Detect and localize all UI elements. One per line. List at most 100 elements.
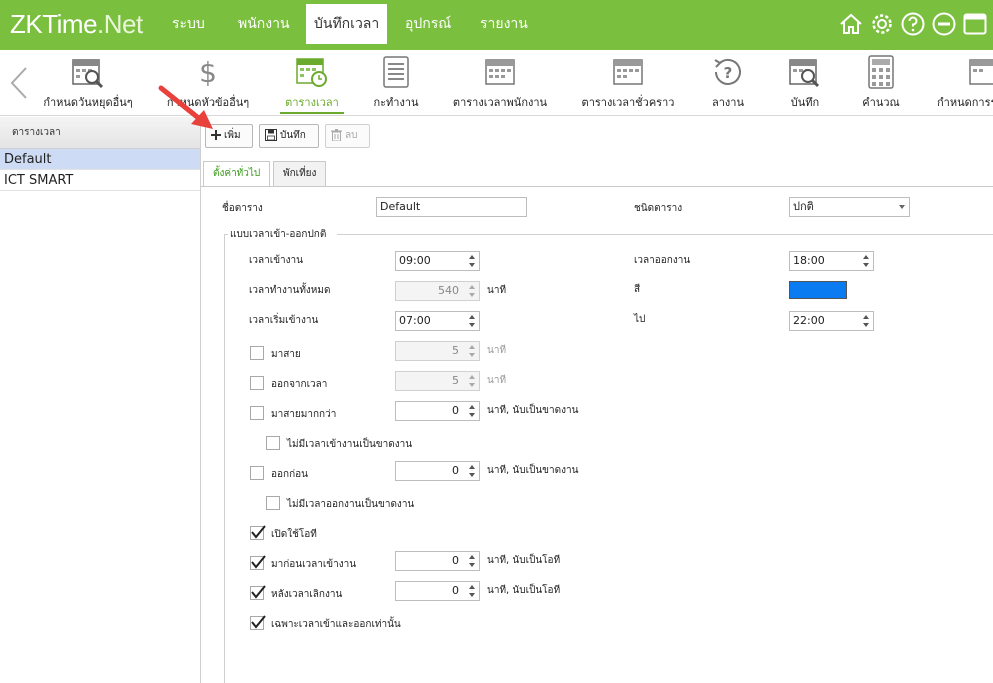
menu-device[interactable]: อุปกรณ์ [397,4,459,44]
sidebar-item-default[interactable]: Default [0,149,200,170]
late-label: มาสาย [271,349,301,360]
spin-buttons[interactable] [465,462,479,480]
chevron-left-icon[interactable] [8,66,30,100]
spin-buttons[interactable] [465,582,479,600]
tool-timetable[interactable]: ตารางเวลา [280,52,344,114]
menu-attendance[interactable]: บันทึกเวลา [306,4,388,44]
toolbar: กำหนดวันหยุดอื่นๆ $ กำหนดหัวข้ออื่นๆ ตาร… [0,50,993,116]
tool-employee-schedule[interactable]: ตารางเวลาพนักงาน [448,52,552,114]
spin-buttons[interactable] [859,312,873,330]
menu-system[interactable]: ระบบ [164,4,213,44]
spin-buttons[interactable] [465,342,479,360]
spin-buttons[interactable] [465,372,479,390]
question-refresh-icon: ? [714,58,741,85]
total-work-label: เวลาทำงานทั้งหมด [249,285,331,296]
svg-text:?: ? [724,64,733,82]
app-logo: ZKTime.Net [10,9,143,39]
before-checkin-label: มาก่อนเวลาเข้างาน [271,559,357,570]
top-bar: ZKTime.Net ระบบ พนักงาน บันทึกเวลา อุปกร… [0,0,993,50]
name-label: ชื่อตาราง [222,203,263,214]
enable-ot-label: เปิดใช้โอที [271,529,317,540]
spin-buttons[interactable] [859,252,873,270]
spin-buttons[interactable] [465,312,479,330]
only-in-out-checkbox[interactable] [250,615,266,630]
calendar-icon [969,59,993,85]
calendar-icon [613,59,643,85]
tool-schedule-setup[interactable]: กำหนดการร [932,52,993,114]
menu-report[interactable]: รายงาน [472,4,536,44]
late-checkbox[interactable] [250,346,264,360]
no-checkin-absent-label: ไม่มีเวลาเข้างานเป็นขาดงาน [287,439,413,450]
before-checkin-checkbox[interactable] [250,555,266,570]
tool-temp-schedule[interactable]: ตารางเวลาชั่วคราว [578,52,678,114]
before-checkin-minutes-field[interactable]: 0 [395,551,480,571]
check-icon [251,555,266,569]
spin-buttons[interactable] [465,252,479,270]
minimize-icon[interactable] [931,11,957,37]
start-checkin-field[interactable]: 07:00 [395,311,480,331]
tab-general[interactable]: ตั้งค่าทั่วไป [203,161,271,187]
minute-label: นาที [487,345,507,356]
calculator-icon [868,55,894,89]
count-ot-label: นาที, นับเป็นโอที [487,555,561,566]
help-icon[interactable] [900,11,926,37]
save-button[interactable]: บันทึก [259,124,319,148]
early-leave-checkbox[interactable] [250,376,264,390]
check-icon [251,585,266,599]
after-checkout-checkbox[interactable] [250,585,266,600]
late-more-checkbox[interactable] [250,406,264,420]
calendar-search-icon [789,59,820,88]
calendar-icon [485,59,515,85]
color-label: สี [634,284,641,295]
leave-early-checkbox[interactable] [250,466,264,480]
late-more-label: มาสายมากกว่า [271,409,337,420]
checkout-time-field[interactable]: 18:00 [789,251,874,271]
count-ot-label: นาที, นับเป็นโอที [487,585,561,596]
checkin-label: เวลาเข้างาน [249,255,303,266]
spin-buttons[interactable] [465,552,479,570]
late-minutes-field[interactable]: 5 [395,341,480,361]
checkin-time-field[interactable]: 09:00 [395,251,480,271]
late-more-minutes-field[interactable]: 0 [395,401,480,421]
tool-calculate[interactable]: คำนวณ [856,52,906,114]
group-border [337,234,993,235]
count-absent-label: นาที, นับเป็นขาดงาน [487,465,579,476]
name-field[interactable]: Default [376,197,527,217]
tab-lunch-break[interactable]: พักเที่ยง [273,161,327,186]
early-leave-minutes-field[interactable]: 5 [395,371,480,391]
gear-icon[interactable] [869,11,895,37]
tool-record[interactable]: บันทึก [780,52,830,114]
to-label: ไป [634,314,646,325]
tool-leave[interactable]: ? ลางาน [704,52,752,114]
floppy-icon [265,129,277,141]
color-swatch[interactable] [789,281,847,299]
total-work-field[interactable]: 540 [395,281,480,301]
early-leave-label: ออกจากเวลา [271,379,328,390]
tool-holidays[interactable]: กำหนดวันหยุดอื่นๆ [34,52,142,114]
delete-button[interactable]: ลบ [325,124,370,148]
timetable-sidebar: ตารางเวลา Default ICT SMART [0,117,201,683]
type-select[interactable]: ปกติ [789,197,910,217]
no-checkout-absent-checkbox[interactable] [266,496,280,510]
checkout-label: เวลาออกงาน [634,255,691,266]
end-checkout-field[interactable]: 22:00 [789,311,874,331]
after-checkout-minutes-field[interactable]: 0 [395,581,480,601]
group-title: แบบเวลาเข้า-ออกปกติ [230,229,327,240]
home-icon[interactable] [838,11,864,37]
minute-label: นาที [487,285,507,296]
no-checkin-absent-checkbox[interactable] [266,436,280,450]
check-icon [251,525,266,539]
start-checkin-label: เวลาเริ่มเข้างาน [249,315,319,326]
menu-employee[interactable]: พนักงาน [230,4,298,44]
calendar-clock-icon [296,58,327,87]
list-icon [383,56,409,88]
enable-ot-checkbox[interactable] [250,525,266,540]
spin-buttons[interactable] [465,282,479,300]
tool-shift[interactable]: กะทำงาน [366,52,426,114]
sidebar-item-ict-smart[interactable]: ICT SMART [0,170,200,191]
spin-buttons[interactable] [465,402,479,420]
leave-early-minutes-field[interactable]: 0 [395,461,480,481]
window-icon[interactable] [962,11,988,37]
chevron-down-icon [899,205,905,209]
no-checkout-absent-label: ไม่มีเวลาออกงานเป็นขาดงาน [287,499,415,510]
